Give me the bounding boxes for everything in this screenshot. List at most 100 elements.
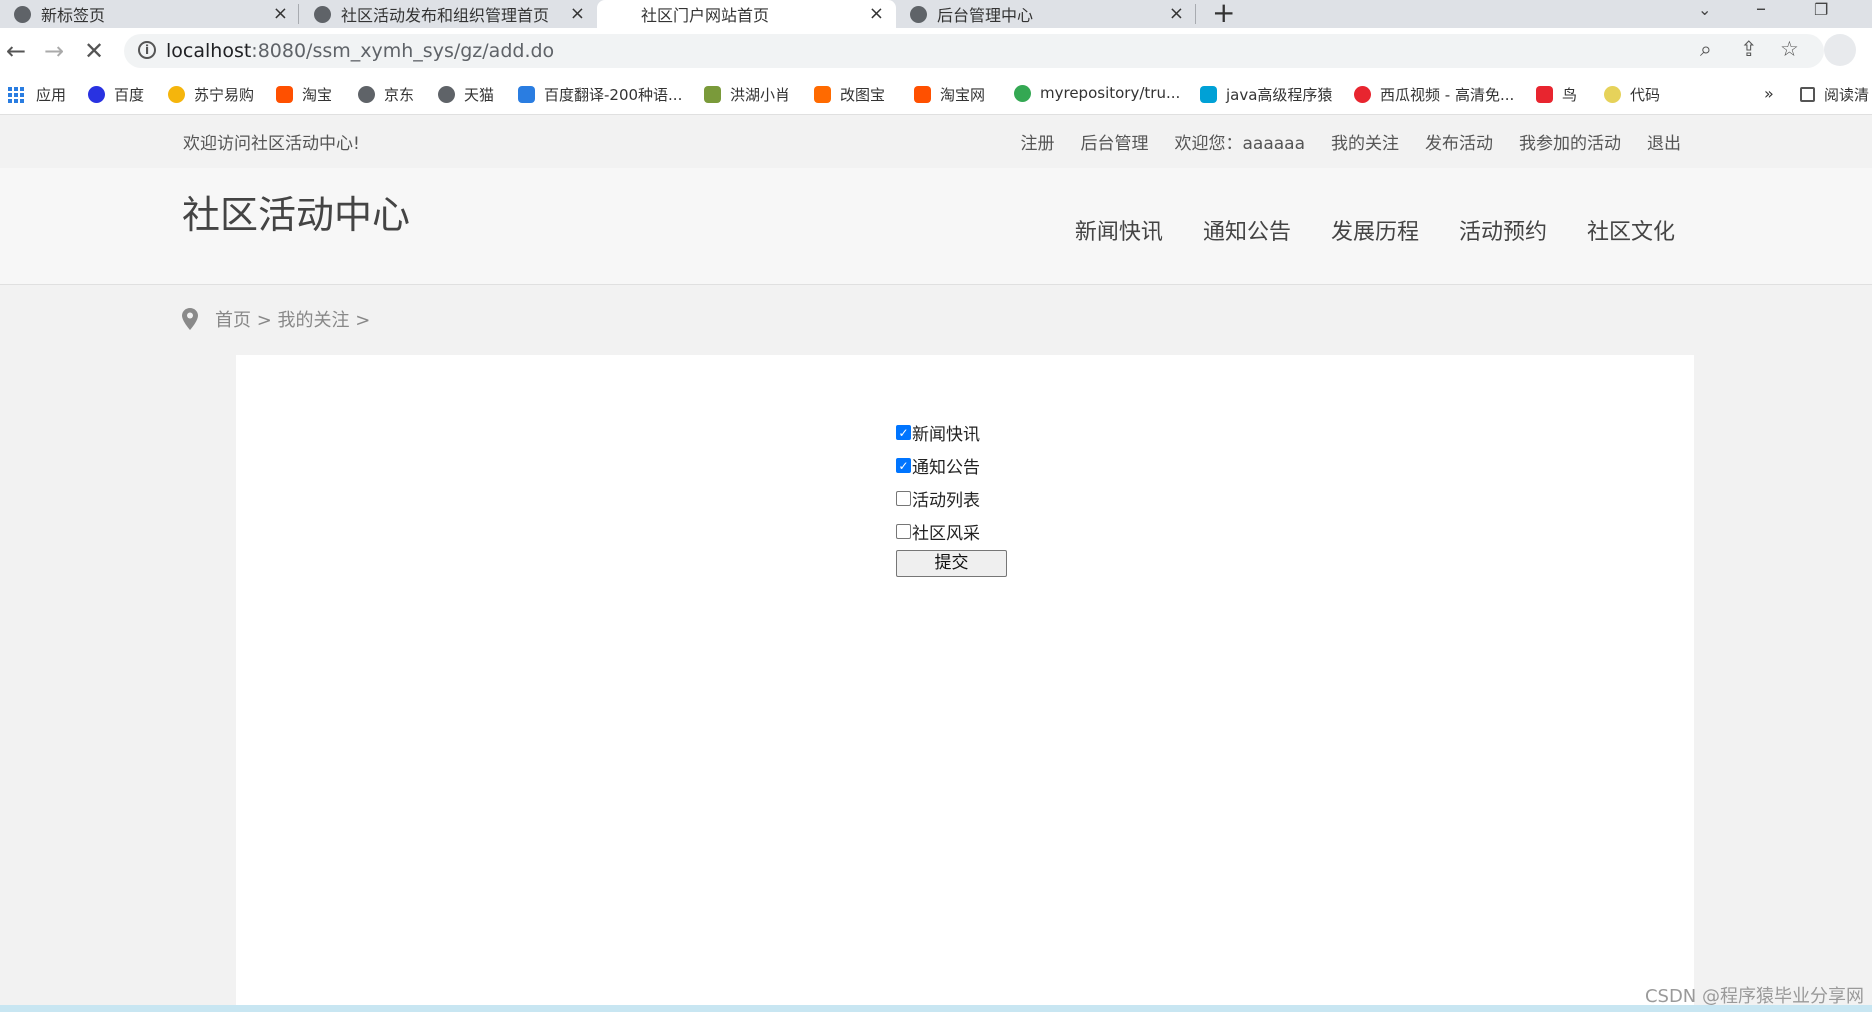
option-label: 新闻快讯 — [912, 425, 980, 445]
tab-title: 社区活动发布和组织管理首页 — [341, 6, 550, 25]
bookmark-item[interactable]: 苏宁易购 — [168, 84, 254, 105]
welcome-user: 欢迎您：aaaaaa — [1174, 134, 1305, 154]
bookmark-item[interactable]: 洪湖小肖 — [704, 84, 790, 105]
bookmark-item[interactable]: 代码 — [1604, 84, 1660, 105]
site-top-bar: 欢迎访问社区活动中心! 注册 后台管理 欢迎您：aaaaaa 我的关注 发布活动… — [0, 115, 1872, 168]
nav-notices[interactable]: 通知公告 — [1203, 214, 1291, 246]
bilibili-icon — [1200, 86, 1217, 103]
site-header: 社区活动中心 新闻快讯 通知公告 发展历程 活动预约 社区文化 — [0, 168, 1872, 285]
bookmark-item[interactable]: 鸟 — [1536, 84, 1577, 105]
globe-icon — [358, 86, 375, 103]
tab-divider — [1195, 4, 1196, 24]
bookmark-item[interactable]: 百度 — [88, 84, 144, 105]
taobao-icon — [914, 86, 931, 103]
checkbox-activities[interactable] — [896, 491, 911, 506]
bookmark-apps[interactable]: 应用 — [8, 84, 66, 105]
tab-title: 后台管理中心 — [937, 6, 1034, 25]
browser-tab[interactable]: 社区活动发布和组织管理首页 × — [300, 0, 597, 28]
bookmarks-bar: 应用 百度 苏宁易购 淘宝 京东 天猫 百度翻译-200种语... 洪湖小肖 改… — [0, 74, 1872, 115]
option-row: 社区风采 — [896, 515, 1007, 548]
globe-icon — [314, 5, 331, 23]
bookmark-item[interactable]: 改图宝 — [814, 84, 885, 105]
close-icon[interactable]: × — [570, 3, 585, 24]
restore-icon[interactable]: ❐ — [1814, 0, 1828, 19]
bookmark-item[interactable]: 淘宝 — [276, 84, 332, 105]
nav-history[interactable]: 发展历程 — [1331, 214, 1419, 246]
top-links: 注册 后台管理 欢迎您：aaaaaa 我的关注 发布活动 我参加的活动 退出 — [1020, 129, 1681, 154]
browser-tab[interactable]: 后台管理中心 × — [896, 0, 1196, 28]
watermark: CSDN @程序猿毕业分享网 — [1644, 986, 1864, 1007]
option-label: 通知公告 — [912, 458, 980, 478]
globe-icon — [910, 5, 927, 23]
bookmark-star-icon[interactable]: ☆ — [1780, 37, 1799, 61]
breadcrumb: 首页 > 我的关注 > — [182, 306, 370, 332]
register-link[interactable]: 注册 — [1020, 129, 1054, 154]
bookmark-item[interactable]: java高级程序猿 — [1200, 84, 1332, 105]
nav-culture[interactable]: 社区文化 — [1587, 214, 1675, 246]
location-pin-icon — [182, 308, 198, 330]
share-icon[interactable]: ⇪ — [1740, 37, 1758, 61]
breadcrumb-text[interactable]: 首页 > 我的关注 > — [215, 306, 370, 332]
gaitubao-icon — [814, 86, 831, 103]
checkbox-notices[interactable]: ✓ — [896, 458, 911, 473]
close-icon[interactable]: × — [869, 3, 884, 24]
browser-tab-bar: 新标签页 × 社区活动发布和组织管理首页 × 社区门户网站首页 × 后台管理中心… — [0, 0, 1872, 29]
profile-avatar-icon[interactable] — [1824, 34, 1856, 66]
my-follow-link[interactable]: 我的关注 — [1331, 129, 1399, 154]
minimize-icon[interactable]: – — [1756, 0, 1766, 20]
stop-loading-x-icon[interactable]: ✕ — [84, 37, 104, 65]
admin-link[interactable]: 后台管理 — [1080, 129, 1148, 154]
bird-icon — [704, 86, 721, 103]
my-activities-link[interactable]: 我参加的活动 — [1519, 129, 1621, 154]
code-icon — [1604, 86, 1621, 103]
forward-arrow-icon[interactable]: → — [44, 37, 64, 65]
option-row: ✓ 通知公告 — [896, 449, 1007, 482]
url-text: localhost:8080/ssm_xymh_sys/gz/add.do — [166, 40, 555, 62]
tab-title: 社区门户网站首页 — [641, 6, 770, 25]
bookmark-item[interactable]: myrepository/tru... — [1014, 84, 1180, 102]
browser-tab[interactable]: 新标签页 × — [0, 0, 300, 28]
nav-reservation[interactable]: 活动预约 — [1459, 214, 1547, 246]
follow-form: ✓ 新闻快讯 ✓ 通知公告 活动列表 社区风采 提交 — [896, 416, 1007, 577]
close-icon[interactable]: × — [1169, 3, 1184, 24]
chrome-icon — [1014, 84, 1031, 102]
suning-icon — [168, 86, 185, 103]
page-bottom-strip — [0, 1005, 1872, 1012]
browser-toolbar: ← → ✕ i localhost:8080/ssm_xymh_sys/gz/a… — [0, 28, 1872, 74]
bird-red-icon — [1536, 86, 1553, 103]
reading-list-icon — [1800, 87, 1815, 102]
bookmark-item[interactable]: 京东 — [358, 84, 414, 105]
tab-search-chevron-icon[interactable]: ⌄ — [1698, 0, 1711, 19]
bookmark-item[interactable]: 淘宝网 — [914, 84, 985, 105]
welcome-text: 欢迎访问社区活动中心! — [183, 134, 360, 154]
checkbox-news[interactable]: ✓ — [896, 425, 911, 440]
option-label: 活动列表 — [912, 491, 980, 511]
publish-activity-link[interactable]: 发布活动 — [1425, 129, 1493, 154]
bookmark-item[interactable]: 百度翻译-200种语... — [518, 84, 682, 105]
logout-link[interactable]: 退出 — [1647, 129, 1681, 154]
bookmark-item[interactable]: 西瓜视频 - 高清免... — [1354, 84, 1514, 105]
chrome-tab-icon — [14, 5, 31, 23]
baidu-icon — [88, 86, 105, 103]
submit-button[interactable]: 提交 — [896, 550, 1007, 577]
tab-title: 新标签页 — [41, 6, 106, 25]
zoom-icon[interactable]: ⌕ — [1700, 37, 1712, 62]
browser-tab-active[interactable]: 社区门户网站首页 × — [597, 0, 896, 28]
bookmarks-more-chevron-icon[interactable]: » — [1764, 84, 1774, 103]
reading-list[interactable]: 阅读清 — [1800, 84, 1869, 105]
new-tab-plus-icon[interactable]: + — [1212, 0, 1235, 29]
nav-news[interactable]: 新闻快讯 — [1075, 214, 1163, 246]
address-bar[interactable]: i localhost:8080/ssm_xymh_sys/gz/add.do … — [124, 34, 1824, 68]
back-arrow-icon[interactable]: ← — [6, 37, 26, 65]
option-row: ✓ 新闻快讯 — [896, 416, 1007, 449]
checkbox-community-style[interactable] — [896, 524, 911, 539]
xigua-icon — [1354, 86, 1371, 103]
site-title[interactable]: 社区活动中心 — [182, 184, 410, 239]
bookmark-item[interactable]: 天猫 — [438, 84, 494, 105]
tab-divider — [298, 4, 299, 24]
main-nav: 新闻快讯 通知公告 发展历程 活动预约 社区文化 — [1075, 214, 1675, 246]
option-label: 社区风采 — [912, 524, 980, 544]
apps-icon — [8, 86, 24, 103]
site-info-icon[interactable]: i — [138, 41, 156, 59]
close-icon[interactable]: × — [273, 3, 288, 24]
